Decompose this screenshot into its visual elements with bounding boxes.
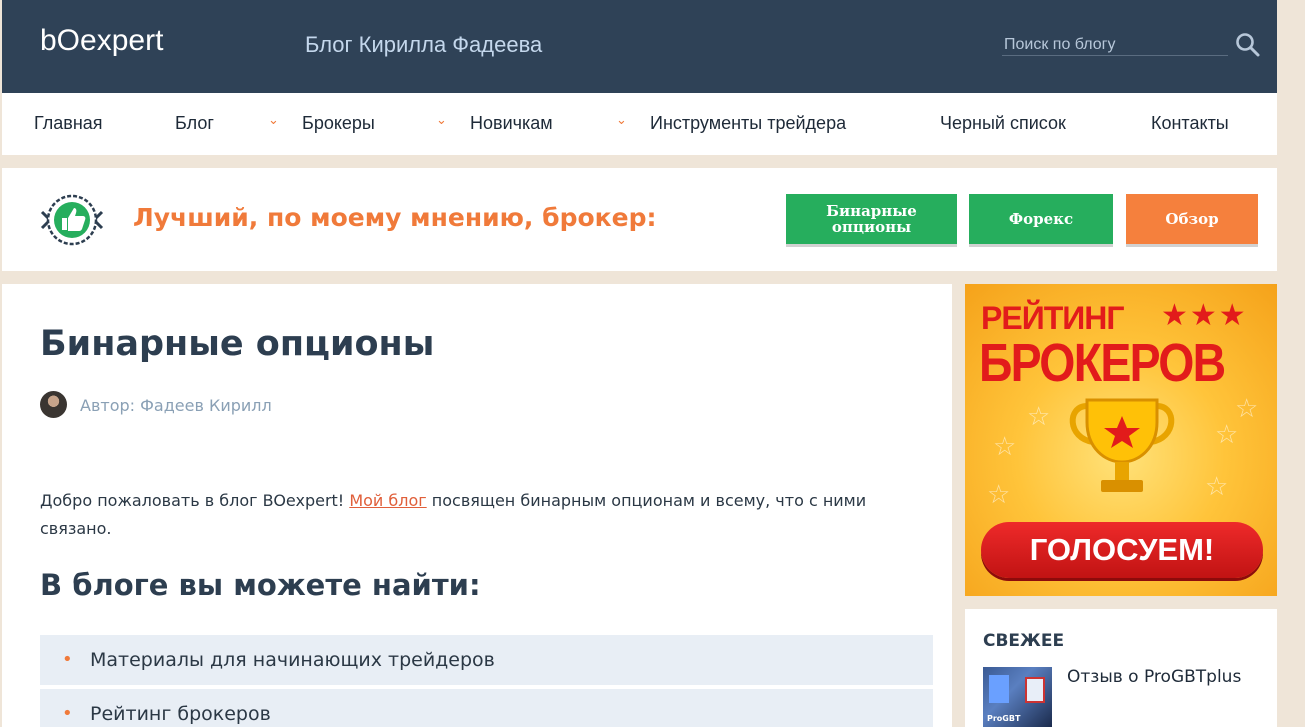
vote-button[interactable]: ГОЛОСУЕМ! (981, 522, 1263, 578)
nav-item-blog[interactable]: Блог (175, 113, 214, 134)
bullet-icon: • (62, 703, 73, 724)
search-icon[interactable] (1235, 32, 1261, 58)
binary-options-button[interactable]: Бинарные опционы (786, 194, 957, 244)
author-name: Автор: Фадеев Кирилл (80, 396, 272, 415)
thumbnail-text: ProGBT (987, 714, 1021, 723)
banner-title-line2: БРОКЕРОВ (979, 333, 1226, 393)
thumbs-up-badge-icon (40, 194, 104, 246)
site-logo[interactable]: bOexpert (40, 24, 163, 58)
fresh-post-link[interactable]: Отзыв о ProGBTplus (1067, 667, 1241, 687)
nav-item-brokers[interactable]: Брокеры (302, 113, 375, 134)
nav-item-blacklist[interactable]: Черный список (940, 113, 1066, 134)
post-thumbnail[interactable]: ProGBT (983, 667, 1052, 727)
rating-stars-icon: ★★★ (1161, 298, 1248, 333)
star-icon: ☆ (993, 432, 1017, 462)
nav-item-home[interactable]: Главная (34, 113, 103, 134)
nav-item-tools[interactable]: Инструменты трейдера (650, 113, 846, 134)
star-icon: ☆ (1235, 394, 1259, 424)
chevron-down-icon[interactable]: ⌄ (268, 113, 279, 128)
section-heading: В блоге вы можете найти: (40, 568, 481, 602)
star-icon: ☆ (987, 480, 1011, 510)
chevron-down-icon[interactable]: ⌄ (436, 113, 447, 128)
my-blog-link[interactable]: Мой блог (349, 491, 426, 510)
search-input[interactable] (1002, 34, 1228, 56)
main-nav: Главная Блог ⌄ Брокеры ⌄ Новичкам ⌄ Инст… (2, 93, 1277, 155)
broker-rating-banner[interactable]: ☆ ☆ ☆ ☆ ☆ ☆ РЕЙТИНГ ★★★ БРОКЕРОВ ГОЛОСУЕ… (965, 284, 1277, 596)
bullet-icon: • (62, 649, 73, 670)
list-item[interactable]: • Рейтинг брокеров (40, 689, 933, 727)
site-header: bOexpert Блог Кирилла Фадеева (2, 0, 1277, 93)
nav-item-newbies[interactable]: Новичкам (470, 113, 553, 134)
author-avatar (40, 391, 67, 418)
best-broker-text: Лучший, по моему мнению, брокер: (133, 203, 657, 232)
star-icon: ☆ (1027, 402, 1051, 432)
intro-text: Добро пожаловать в блог BOexpert! (40, 491, 350, 510)
list-item-label: Материалы для начинающих трейдеров (90, 649, 495, 671)
best-broker-bar: Лучший, по моему мнению, брокер: Бинарны… (2, 168, 1277, 271)
review-button[interactable]: Обзор (1126, 194, 1258, 244)
list-item[interactable]: • Материалы для начинающих трейдеров (40, 635, 933, 685)
fresh-widget: СВЕЖЕЕ ProGBT Отзыв о ProGBTplus (965, 609, 1277, 727)
main-content: Бинарные опционы Автор: Фадеев Кирилл До… (2, 284, 952, 727)
nav-item-contacts[interactable]: Контакты (1151, 113, 1229, 134)
list-item-label: Рейтинг брокеров (90, 703, 271, 725)
forex-button[interactable]: Форекс (969, 194, 1113, 244)
star-icon: ☆ (1215, 420, 1239, 450)
site-title[interactable]: Блог Кирилла Фадеева (305, 32, 542, 58)
star-icon: ☆ (1205, 472, 1229, 502)
trophy-icon (1069, 398, 1175, 492)
intro-paragraph: Добро пожаловать в блог BOexpert! Мой бл… (40, 487, 940, 543)
page-title: Бинарные опционы (40, 324, 435, 364)
fresh-title: СВЕЖЕЕ (983, 631, 1065, 651)
chevron-down-icon[interactable]: ⌄ (616, 113, 627, 128)
